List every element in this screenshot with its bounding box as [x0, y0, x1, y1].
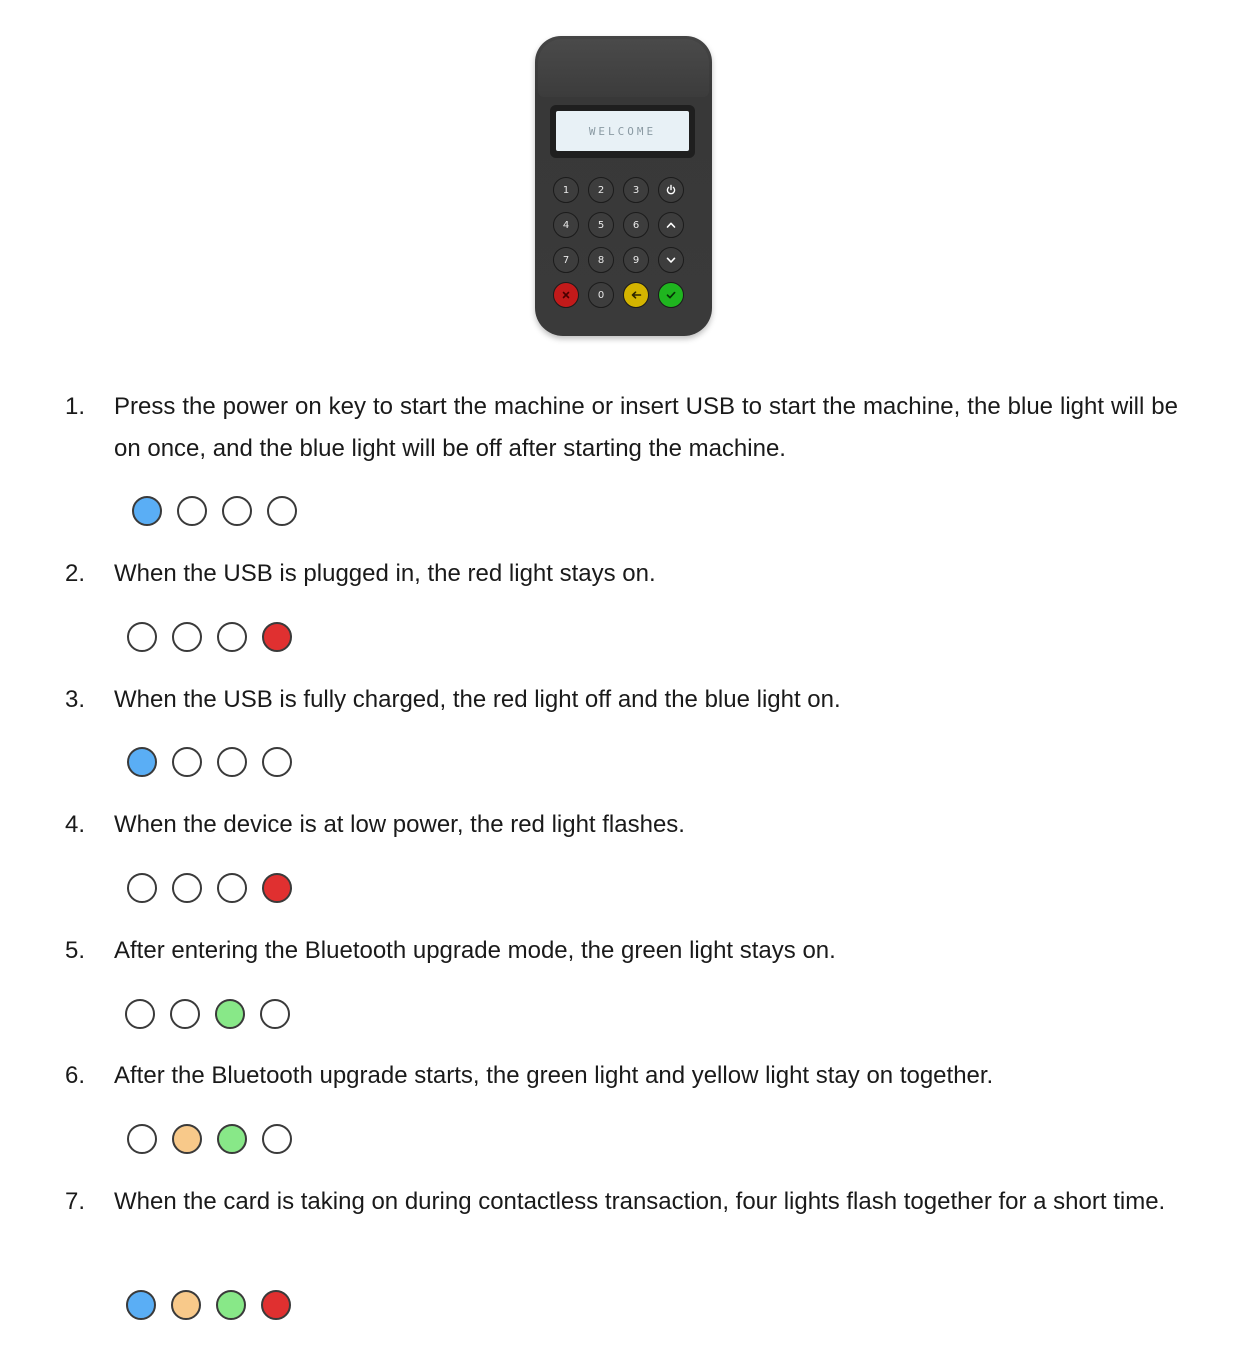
keypad-row: 123	[553, 177, 695, 203]
key-power	[658, 177, 684, 203]
instruction-number: 5.	[65, 937, 86, 964]
indicator-light-off	[172, 873, 202, 903]
key-down	[658, 247, 684, 273]
instruction-text: When the USB is plugged in, the red ligh…	[114, 560, 656, 587]
indicator-light-green	[215, 999, 245, 1029]
indicator-light-blue	[126, 1290, 156, 1320]
indicator-light-green	[217, 1124, 247, 1154]
chevron-up-icon	[665, 219, 677, 231]
key-8: 8	[588, 247, 614, 273]
device-top-cap	[538, 39, 709, 97]
key-7: 7	[553, 247, 579, 273]
key-4: 4	[553, 212, 579, 238]
instruction-text: When the card is taking on during contac…	[114, 1188, 1166, 1215]
instruction-text: Press the power on key to start the mach…	[114, 393, 1178, 462]
indicator-light-off	[127, 873, 157, 903]
indicator-lights	[127, 747, 292, 777]
instruction-number: 3.	[65, 686, 86, 713]
key-1: 1	[553, 177, 579, 203]
indicator-light-off	[222, 496, 252, 526]
key-2: 2	[588, 177, 614, 203]
confirm-check-icon	[665, 290, 677, 300]
keypad-row: 789	[553, 247, 695, 273]
indicator-light-red	[262, 622, 292, 652]
indicator-light-off	[177, 496, 207, 526]
indicator-lights	[132, 496, 297, 526]
chevron-down-icon	[665, 254, 677, 266]
instruction-number: 6.	[65, 1062, 86, 1089]
keypad-row: 456	[553, 212, 695, 238]
key-0: 0	[588, 282, 614, 308]
indicator-light-off	[127, 622, 157, 652]
indicator-lights	[125, 999, 290, 1029]
indicator-lights	[127, 1124, 292, 1154]
indicator-light-blue	[127, 747, 157, 777]
key-6: 6	[623, 212, 649, 238]
indicator-light-off	[170, 999, 200, 1029]
indicator-light-off	[217, 747, 247, 777]
keypad-row: 0	[553, 282, 695, 308]
indicator-lights	[127, 622, 292, 652]
device-screen: WELCOME	[556, 111, 689, 151]
indicator-light-off	[262, 747, 292, 777]
indicator-light-yellow	[172, 1124, 202, 1154]
keypad: 1234567890	[553, 177, 695, 317]
indicator-light-off	[217, 873, 247, 903]
key-cancel	[553, 282, 579, 308]
key-up	[658, 212, 684, 238]
instruction-text: After entering the Bluetooth upgrade mod…	[114, 937, 836, 964]
backspace-arrow-icon	[630, 290, 642, 300]
indicator-light-yellow	[171, 1290, 201, 1320]
instruction-number: 4.	[65, 811, 86, 838]
instruction-text: When the device is at low power, the red…	[114, 811, 685, 838]
indicator-light-off	[127, 1124, 157, 1154]
indicator-light-off	[217, 622, 247, 652]
key-5: 5	[588, 212, 614, 238]
indicator-light-off	[262, 1124, 292, 1154]
indicator-light-red	[262, 873, 292, 903]
indicator-light-off	[172, 747, 202, 777]
indicator-light-off	[267, 496, 297, 526]
key-9: 9	[623, 247, 649, 273]
instruction-number: 1.	[65, 393, 86, 420]
indicator-lights	[126, 1290, 291, 1320]
instruction-text: After the Bluetooth upgrade starts, the …	[114, 1062, 994, 1089]
key-back	[623, 282, 649, 308]
indicator-light-blue	[132, 496, 162, 526]
screen-bezel: WELCOME	[550, 105, 695, 158]
instruction-number: 7.	[65, 1188, 86, 1215]
indicator-light-red	[261, 1290, 291, 1320]
instruction-number: 2.	[65, 560, 86, 587]
indicator-light-off	[172, 622, 202, 652]
key-3: 3	[623, 177, 649, 203]
indicator-light-off	[260, 999, 290, 1029]
indicator-light-green	[216, 1290, 246, 1320]
key-confirm	[658, 282, 684, 308]
cancel-x-icon	[561, 290, 571, 300]
instruction-text: When the USB is fully charged, the red l…	[114, 686, 841, 713]
power-icon	[665, 184, 677, 196]
indicator-light-off	[125, 999, 155, 1029]
card-reader-device: WELCOME 1234567890	[535, 36, 712, 336]
indicator-lights	[127, 873, 292, 903]
